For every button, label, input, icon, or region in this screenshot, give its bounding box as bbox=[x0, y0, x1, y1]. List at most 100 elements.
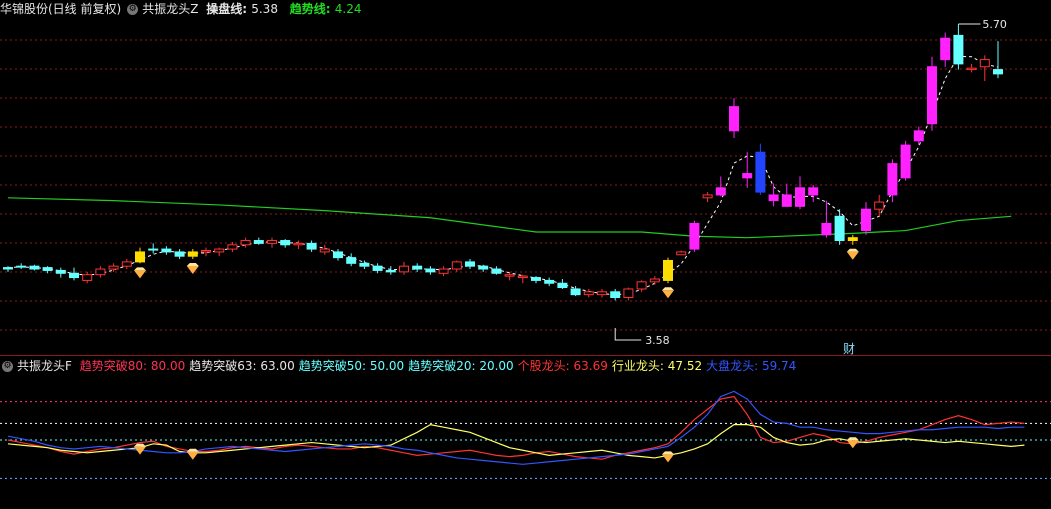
candle-body bbox=[293, 242, 304, 246]
candle-body bbox=[544, 279, 555, 284]
candle bbox=[451, 260, 462, 272]
candle bbox=[148, 243, 159, 254]
candle-body bbox=[201, 250, 211, 253]
candle-body bbox=[465, 261, 475, 267]
sub-chart-header: ⚙ 共振龙头F 趋势突破80: 80.00 趋势突破63: 63.00 趋势突破50:… bbox=[0, 357, 804, 375]
candle bbox=[267, 237, 277, 248]
candle bbox=[768, 183, 779, 207]
candle bbox=[214, 247, 225, 257]
candle-body bbox=[372, 265, 383, 271]
candle bbox=[346, 253, 357, 267]
candle-body bbox=[504, 274, 515, 277]
candle bbox=[82, 271, 93, 284]
candle-body bbox=[108, 265, 119, 270]
candle-body bbox=[359, 262, 370, 267]
candle bbox=[465, 259, 475, 270]
candle-body bbox=[161, 248, 172, 253]
candle bbox=[663, 257, 673, 284]
candle bbox=[95, 266, 106, 278]
candle bbox=[16, 263, 27, 270]
candle-body bbox=[887, 163, 898, 196]
candle bbox=[953, 24, 964, 70]
candle-body bbox=[55, 269, 66, 274]
sub-signal-diamond-icon bbox=[134, 443, 146, 455]
candle bbox=[55, 267, 66, 278]
candle-body bbox=[82, 274, 93, 281]
candle-body bbox=[240, 240, 251, 246]
sub-indicator-title[interactable]: 共振龙头F bbox=[17, 359, 72, 373]
candle bbox=[412, 263, 423, 272]
sub-legend: 趋势突破80: 80.00 趋势突破63: 63.00 趋势突破50: 50.00 趋… bbox=[80, 359, 801, 373]
candle-body bbox=[148, 248, 159, 251]
candle-body bbox=[451, 261, 462, 270]
main-candle-chart[interactable]: 5.70 3.58 财 bbox=[0, 0, 1051, 357]
candle bbox=[940, 32, 951, 67]
candle-body bbox=[847, 237, 858, 242]
candle-body bbox=[900, 144, 911, 179]
candle bbox=[438, 266, 449, 277]
candle bbox=[306, 240, 317, 252]
candle bbox=[491, 266, 502, 275]
candle bbox=[689, 220, 700, 252]
candle bbox=[913, 126, 924, 146]
candle bbox=[187, 249, 198, 260]
sub-signal-diamond-icon bbox=[186, 448, 199, 460]
candle-body bbox=[689, 222, 700, 250]
candle-body bbox=[174, 251, 185, 257]
candle-body bbox=[821, 222, 832, 236]
candle-body bbox=[649, 278, 660, 283]
candle bbox=[174, 249, 185, 260]
candle bbox=[399, 261, 409, 275]
candle bbox=[755, 143, 766, 195]
candle-body bbox=[95, 268, 106, 276]
candle-body bbox=[385, 269, 396, 273]
candle bbox=[795, 176, 805, 210]
legend-item: 个股龙头: 63.69 bbox=[517, 359, 608, 373]
signal-diamond-icon bbox=[846, 248, 859, 260]
candle-body bbox=[755, 151, 766, 193]
legend-item: 大盘龙头: 59.74 bbox=[706, 359, 797, 373]
candle bbox=[531, 276, 541, 284]
high-price-label: 5.70 bbox=[982, 18, 1007, 31]
legend-item: 趋势突破80: 80.00 bbox=[79, 359, 186, 373]
candle-body bbox=[69, 272, 79, 279]
candle-body bbox=[135, 251, 145, 263]
sub-indicator-chart[interactable] bbox=[0, 374, 1051, 509]
candle bbox=[927, 56, 937, 131]
candle-body bbox=[729, 106, 739, 132]
candle-body bbox=[438, 268, 449, 274]
sub-signal-diamond-icon bbox=[662, 451, 674, 463]
candle-body bbox=[187, 251, 198, 257]
sub-settings-gear-icon[interactable]: ⚙ bbox=[2, 361, 13, 372]
candle bbox=[517, 274, 528, 284]
candle bbox=[253, 237, 264, 245]
candle bbox=[319, 244, 330, 255]
candle bbox=[966, 63, 977, 73]
candle bbox=[808, 184, 819, 203]
candle-body bbox=[319, 248, 330, 253]
finance-marker: 财 bbox=[843, 342, 855, 356]
candle-body bbox=[16, 265, 27, 268]
candle bbox=[676, 250, 687, 256]
trend-ma-line bbox=[7, 197, 1012, 239]
candle-body bbox=[610, 291, 621, 299]
candle-body bbox=[715, 187, 726, 196]
candle bbox=[979, 55, 990, 81]
legend-item: 趋势突破50: 50.00 bbox=[298, 359, 405, 373]
signal-diamond-icon bbox=[662, 287, 674, 299]
candle-body bbox=[214, 248, 225, 253]
candle bbox=[623, 287, 634, 301]
candle-body bbox=[795, 187, 805, 207]
candle-body bbox=[346, 257, 357, 264]
candle-body bbox=[306, 242, 317, 250]
candle bbox=[3, 266, 13, 272]
candle bbox=[385, 266, 396, 275]
candle-body bbox=[253, 240, 264, 244]
pane-divider[interactable] bbox=[0, 355, 1051, 356]
candle bbox=[161, 246, 172, 255]
candle-body bbox=[491, 268, 502, 274]
candle-body bbox=[927, 66, 937, 125]
legend-item: 趋势突破20: 20.00 bbox=[408, 359, 514, 373]
candle bbox=[715, 176, 726, 197]
candle bbox=[557, 278, 568, 289]
